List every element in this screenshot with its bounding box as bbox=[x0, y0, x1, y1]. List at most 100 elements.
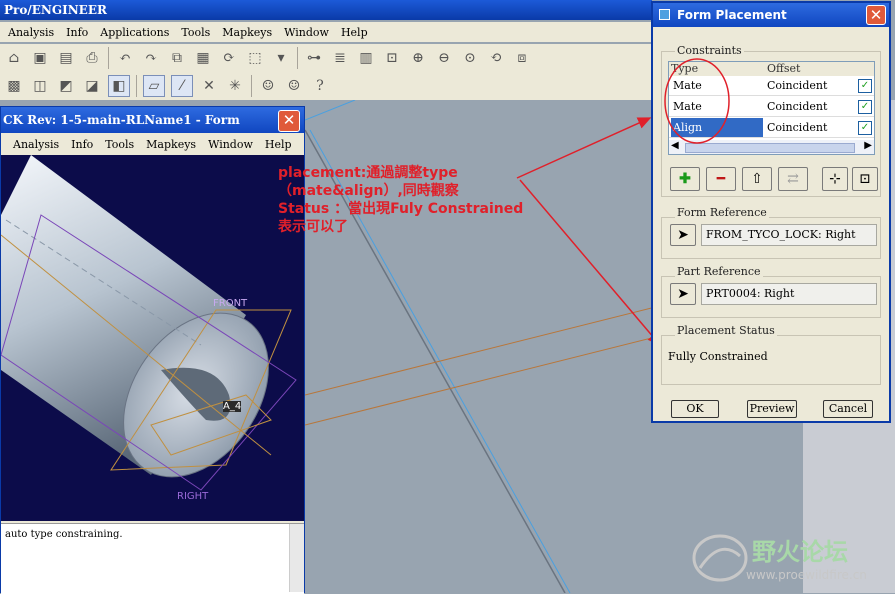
form-window-title: CK Rev: 1-5-main-RLName1 - Form bbox=[1, 107, 304, 133]
form-reference-field[interactable]: FROM_TYCO_LOCK: Right bbox=[701, 224, 877, 246]
refit-icon[interactable]: ⊡ bbox=[382, 48, 402, 68]
toolbar-separator bbox=[136, 75, 137, 97]
add-constraint-button[interactable]: ✚ bbox=[670, 167, 700, 191]
save-icon[interactable]: ▣ bbox=[30, 48, 50, 68]
preview-button[interactable]: Preview bbox=[747, 400, 797, 418]
zoom-fit-icon[interactable]: ⊙ bbox=[460, 48, 480, 68]
zoom-in-icon[interactable]: ⊕ bbox=[408, 48, 428, 68]
context-help-icon[interactable]: ? bbox=[310, 76, 330, 96]
no-hidden-icon[interactable]: ◪ bbox=[82, 76, 102, 96]
copy-icon[interactable]: ⧉ bbox=[167, 48, 187, 68]
placement-options-button[interactable]: ⊹ bbox=[822, 167, 848, 191]
datum-axis-display-icon[interactable]: ⁄ bbox=[171, 75, 193, 97]
form-menu-help[interactable]: Help bbox=[265, 138, 292, 151]
select-form-reference-button[interactable]: ➤ bbox=[670, 224, 696, 246]
part-edge-line-blue bbox=[305, 100, 356, 121]
constraint-offset[interactable]: Coincident bbox=[765, 97, 855, 116]
menu-analysis[interactable]: Analysis bbox=[8, 26, 54, 39]
saved-views-icon[interactable]: ⧈ bbox=[512, 48, 532, 68]
print-preview-icon[interactable]: ▤ bbox=[56, 48, 76, 68]
remove-constraint-button[interactable]: ━ bbox=[706, 167, 736, 191]
display-style-icon[interactable]: ▩ bbox=[4, 76, 24, 96]
menu-mapkeys[interactable]: Mapkeys bbox=[222, 26, 272, 39]
flip-constraint-button[interactable]: ⇄ bbox=[778, 167, 808, 191]
model-tree-icon[interactable]: ⊶ bbox=[304, 48, 324, 68]
smiley-icon-2[interactable]: ☺ bbox=[284, 76, 304, 96]
form-graphics-area[interactable]: FRONT RIGHT A_4 bbox=[1, 155, 304, 521]
menu-applications[interactable]: Applications bbox=[100, 26, 169, 39]
regenerate-icon[interactable]: ⟳ bbox=[219, 48, 239, 68]
message-text: auto type constraining. bbox=[5, 529, 123, 540]
shading-icon[interactable]: ◧ bbox=[108, 75, 130, 97]
wireframe-icon[interactable]: ◫ bbox=[30, 76, 50, 96]
constraint-enabled-checkbox[interactable]: ✓ bbox=[858, 100, 872, 114]
message-area: auto type constraining. bbox=[1, 523, 304, 594]
form-close-button[interactable]: ✕ bbox=[278, 110, 300, 132]
form-menu-analysis[interactable]: Analysis bbox=[13, 138, 59, 151]
redo-icon[interactable]: ↷ bbox=[141, 48, 161, 68]
move-constraint-up-button[interactable]: ⇧ bbox=[742, 167, 772, 191]
cancel-button[interactable]: Cancel bbox=[823, 400, 873, 418]
scroll-right-icon[interactable]: ▶ bbox=[864, 140, 872, 151]
part-reference-label: Part Reference bbox=[675, 265, 763, 278]
constraint-offset[interactable]: Coincident bbox=[765, 76, 855, 95]
select-part-reference-button[interactable]: ➤ bbox=[670, 283, 696, 305]
cylinder-model bbox=[1, 155, 297, 491]
ok-button[interactable]: OK bbox=[671, 400, 719, 418]
form-placement-dialog: Form Placement ✕ Constraints Type Offset… bbox=[651, 1, 891, 423]
main-window-title: Pro/ENGINEER bbox=[0, 0, 652, 20]
constraint-offset[interactable]: Coincident bbox=[765, 118, 855, 137]
form-menu-info[interactable]: Info bbox=[71, 138, 93, 151]
reorient-icon[interactable]: ⟲ bbox=[486, 48, 506, 68]
annotation-line-1: placement:通過調整type bbox=[278, 165, 458, 181]
open-icon[interactable]: ⌂ bbox=[4, 48, 24, 68]
form-menu-bar: Analysis Info Tools Mapkeys Window Help bbox=[1, 135, 304, 153]
smiley-icon[interactable]: ☺ bbox=[258, 76, 278, 96]
form-menu-window[interactable]: Window bbox=[208, 138, 253, 151]
print-icon[interactable]: ⎙ bbox=[82, 48, 102, 68]
dialog-close-button[interactable]: ✕ bbox=[866, 5, 886, 25]
menu-tools[interactable]: Tools bbox=[181, 26, 210, 39]
datum-label-right[interactable]: RIGHT bbox=[177, 491, 208, 502]
datum-label-axis[interactable]: A_4 bbox=[223, 401, 242, 412]
paste-icon[interactable]: ▦ bbox=[193, 48, 213, 68]
message-scrollbar[interactable] bbox=[289, 524, 304, 592]
zoom-out-icon[interactable]: ⊖ bbox=[434, 48, 454, 68]
form-menu-mapkeys[interactable]: Mapkeys bbox=[146, 138, 196, 151]
column-header-offset[interactable]: Offset bbox=[765, 62, 874, 76]
form-window: CK Rev: 1-5-main-RLName1 - Form ✕ Analys… bbox=[0, 106, 305, 594]
watermark-title: 野火论坛 bbox=[752, 538, 848, 566]
undo-icon[interactable]: ↶ bbox=[115, 48, 135, 68]
datum-point-display-icon[interactable]: ✕ bbox=[199, 76, 219, 96]
watermark-url: www.proewildfire.cn bbox=[746, 568, 867, 582]
dropdown-arrow-icon[interactable]: ▾ bbox=[271, 48, 291, 68]
toolbar-separator bbox=[108, 47, 109, 69]
selection-filter-icon[interactable]: ⬚ bbox=[245, 48, 265, 68]
main-toolbar-top: ⌂ ▣ ▤ ⎙ ↶ ↷ ⧉ ▦ ⟳ ⬚ ▾ ⊶ ≣ ▥ ⊡ ⊕ ⊖ ⊙ ⟲ ⧈ bbox=[0, 44, 652, 72]
menu-help[interactable]: Help bbox=[341, 26, 368, 39]
view-manager-icon[interactable]: ▥ bbox=[356, 48, 376, 68]
hidden-line-icon[interactable]: ◩ bbox=[56, 76, 76, 96]
placement-status-value: Fully Constrained bbox=[668, 350, 768, 363]
main-toolbar-bottom: ▩ ◫ ◩ ◪ ◧ ▱ ⁄ ✕ ✳ ☺ ☺ ? bbox=[0, 72, 652, 100]
layers-icon[interactable]: ≣ bbox=[330, 48, 350, 68]
part-reference-field[interactable]: PRT0004: Right bbox=[701, 283, 877, 305]
annotation-line-3: Status ：當出現Fuly Constrained bbox=[278, 201, 524, 217]
datum-label-front[interactable]: FRONT bbox=[213, 298, 247, 309]
coordinate-system-display-icon[interactable]: ✳ bbox=[225, 76, 245, 96]
menu-info[interactable]: Info bbox=[66, 26, 88, 39]
move-component-button[interactable]: ⊡ bbox=[852, 167, 878, 191]
datum-plane-display-icon[interactable]: ▱ bbox=[143, 75, 165, 97]
arrow-cursor-icon: ➤ bbox=[677, 286, 689, 302]
toolbar-separator bbox=[297, 47, 298, 69]
watermark-logo-icon bbox=[692, 534, 748, 582]
annotation-line-2: （mate&align）,同時觀察 bbox=[278, 183, 459, 199]
placement-status-label: Placement Status bbox=[675, 324, 777, 337]
form-menu-tools[interactable]: Tools bbox=[105, 138, 134, 151]
annotation-circle bbox=[664, 58, 730, 144]
annotation-line-4: 表示可以了 bbox=[278, 219, 348, 235]
menu-window[interactable]: Window bbox=[284, 26, 329, 39]
constraint-enabled-checkbox[interactable]: ✓ bbox=[858, 121, 872, 135]
form-reference-label: Form Reference bbox=[675, 206, 769, 219]
constraint-enabled-checkbox[interactable]: ✓ bbox=[858, 79, 872, 93]
